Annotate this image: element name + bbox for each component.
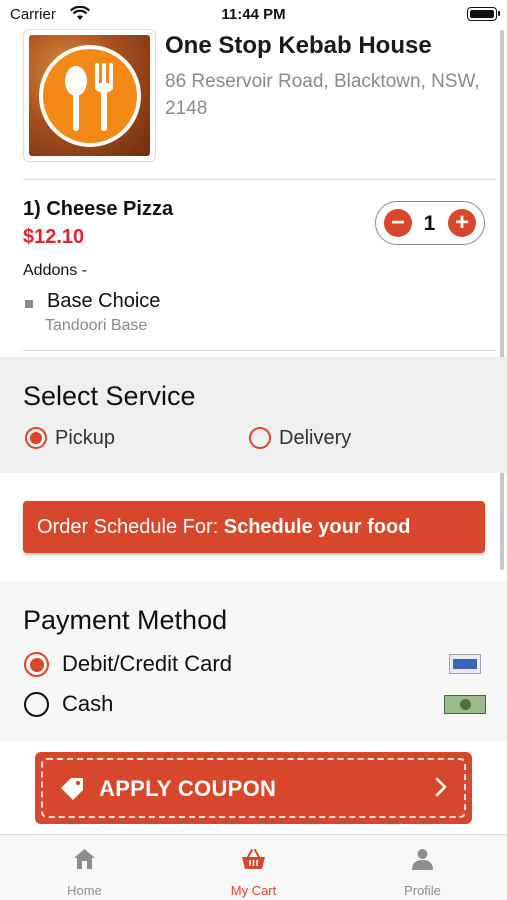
tab-bar: Home My Cart Profile: [0, 834, 507, 900]
addon-name: Base Choice: [47, 290, 161, 312]
increase-quantity-button[interactable]: +: [448, 209, 476, 237]
divider: [23, 350, 496, 351]
tab-label: Profile: [404, 883, 441, 898]
schedule-prefix: Order Schedule For:: [37, 516, 224, 538]
pickup-radio[interactable]: [25, 427, 47, 449]
status-bar: Carrier 11:44 PM: [0, 0, 507, 30]
restaurant-address: 86 Reservoir Road, Blacktown, NSW, 2148: [165, 71, 480, 119]
basket-icon: [242, 849, 265, 869]
schedule-value: Schedule your food: [223, 516, 411, 538]
service-title: Select Service: [23, 381, 196, 411]
chevron-right-icon: [435, 777, 447, 797]
tab-home[interactable]: Home: [0, 835, 169, 900]
profile-icon: [412, 849, 433, 870]
cash-label[interactable]: Cash: [62, 691, 113, 717]
addon-value: Tandoori Base: [45, 317, 148, 334]
restaurant-logo-image: [29, 35, 150, 156]
cutlery-badge: [39, 45, 141, 147]
apply-coupon-button[interactable]: APPLY COUPON: [35, 752, 472, 824]
restaurant-logo: [23, 29, 156, 162]
tab-label: My Cart: [230, 883, 277, 898]
delivery-radio[interactable]: [249, 427, 271, 449]
addons-heading: Addons -: [23, 262, 88, 279]
service-section: Select Service Pickup Delivery: [0, 357, 507, 473]
home-icon: [74, 849, 95, 869]
cart-item-price: $12.10: [23, 226, 85, 248]
cash-radio[interactable]: [24, 692, 49, 717]
tag-icon: [61, 778, 83, 800]
card-radio[interactable]: [24, 652, 49, 677]
cart-item-title: 1) Cheese Pizza: [23, 198, 174, 220]
delivery-label[interactable]: Delivery: [279, 427, 351, 450]
quantity-stepper: − 1 +: [375, 201, 485, 245]
battery-icon: [467, 7, 500, 21]
tab-my-cart[interactable]: My Cart: [169, 835, 338, 900]
payment-title: Payment Method: [23, 605, 228, 635]
card-label[interactable]: Debit/Credit Card: [62, 651, 232, 677]
tab-label: Home: [67, 883, 102, 898]
divider: [23, 179, 496, 180]
tab-profile[interactable]: Profile: [338, 835, 507, 900]
cash-icon: [444, 695, 486, 714]
coupon-label: APPLY COUPON: [99, 776, 277, 801]
clock: 11:44 PM: [221, 6, 286, 23]
scroll-indicator[interactable]: [500, 30, 504, 570]
cutlery-icon: [65, 63, 113, 131]
pickup-label[interactable]: Pickup: [55, 427, 115, 450]
addon-bullet-icon: [25, 300, 33, 308]
order-schedule-button[interactable]: Order Schedule For: Schedule your food: [23, 501, 485, 553]
credit-card-icon: [449, 654, 481, 674]
restaurant-name: One Stop Kebab House: [165, 32, 432, 59]
